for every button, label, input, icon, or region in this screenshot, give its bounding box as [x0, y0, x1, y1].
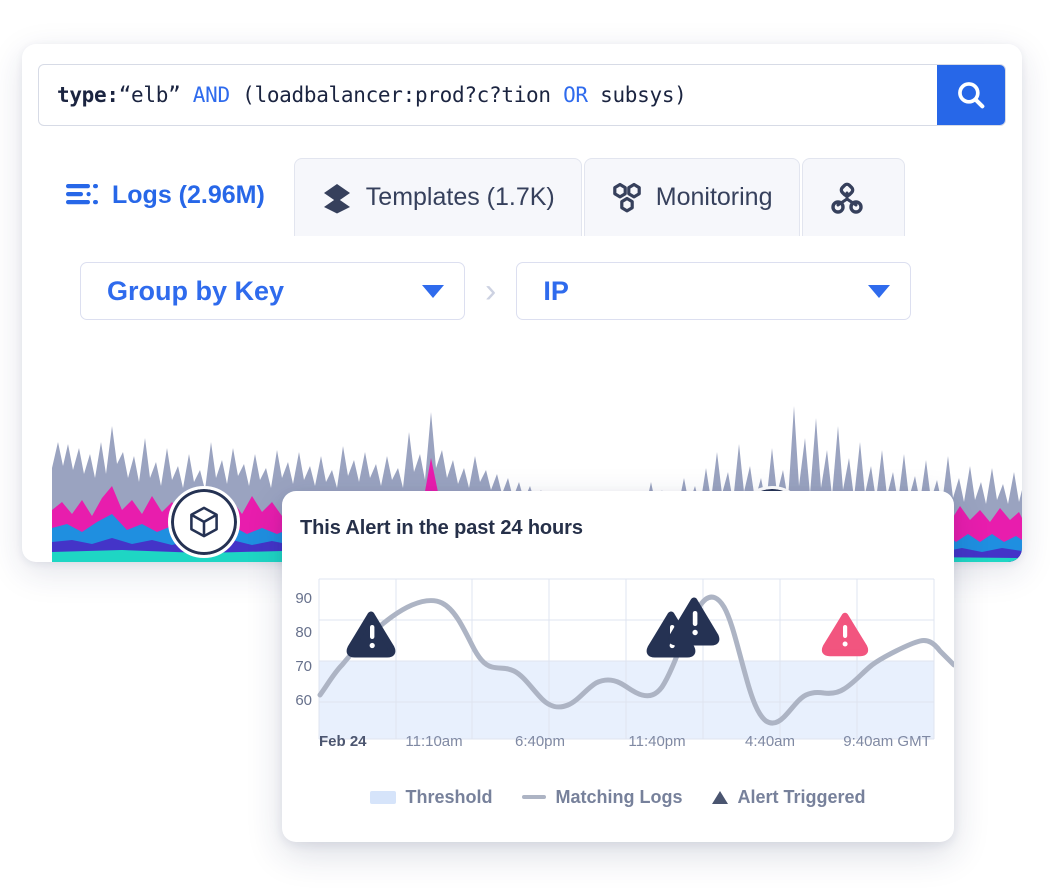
x-tick-1: 11:10am	[405, 733, 463, 750]
legend-label-matching-logs: Matching Logs	[555, 786, 683, 807]
chevron-down-icon	[422, 284, 444, 298]
x-axis-labels: Feb 24 11:10am 6:40pm 11:40pm 4:40am 9:4…	[282, 733, 954, 759]
tab-topology[interactable]	[801, 158, 905, 236]
y-axis-labels: 90 80 70 60	[295, 590, 312, 709]
search-icon	[958, 82, 985, 109]
query-token-plain: subsys)	[600, 83, 687, 107]
query-token-op: AND	[192, 83, 243, 107]
group-by-row: Group by Key › IP	[80, 262, 912, 320]
alert-triangle-icon	[712, 790, 729, 804]
logs-panel: type:“elb” AND (loadbalancer:prod?c?tion…	[22, 44, 1022, 562]
y-tick-80: 80	[295, 624, 312, 641]
separator-chevron-icon: ›	[485, 272, 497, 310]
hex-nodes-icon	[611, 182, 643, 214]
line-swatch-icon	[522, 795, 547, 799]
tab-logs-label: Logs (2.96M)	[112, 181, 265, 209]
y-tick-70: 70	[295, 658, 312, 675]
cube-icon	[190, 506, 218, 538]
group-by-value-value: IP	[543, 275, 569, 306]
x-tick-0: Feb 24	[319, 733, 367, 750]
cube-badge[interactable]	[168, 486, 240, 558]
tab-templates[interactable]: Templates (1.7K)	[293, 158, 582, 236]
legend-item-threshold: Threshold	[370, 787, 492, 808]
legend-label-alert-triggered: Alert Triggered	[737, 786, 866, 807]
chart-legend: Threshold Matching Logs Alert Triggered	[282, 780, 954, 814]
group-by-value-select[interactable]: IP	[516, 262, 912, 320]
alert-marker-3[interactable]	[668, 597, 720, 646]
x-tick-3: 11:40pm	[628, 733, 686, 750]
group-by-key-value: Group by Key	[107, 275, 285, 306]
x-tick-2: 6:40pm	[514, 733, 566, 750]
alert-popup-card: This Alert in the past 24 hours 90 80 70…	[282, 491, 954, 842]
logs-list-icon	[65, 182, 99, 210]
tab-monitoring[interactable]: Monitoring	[583, 158, 800, 236]
tab-logs[interactable]: Logs (2.96M)	[38, 154, 292, 236]
y-tick-60: 60	[295, 692, 312, 709]
tab-templates-label: Templates (1.7K)	[365, 183, 555, 211]
query-token-str: “elb”	[118, 83, 193, 107]
threshold-swatch-icon	[370, 790, 397, 804]
query-token-key: type:	[57, 83, 119, 107]
y-tick-90: 90	[295, 590, 312, 607]
x-tick-5: 9:40am GMT	[843, 733, 931, 750]
alert-card-title: This Alert in the past 24 hours	[300, 517, 583, 539]
hierarchy-nodes-icon	[829, 182, 865, 214]
legend-label-threshold: Threshold	[405, 786, 493, 807]
search-bar[interactable]: type:“elb” AND (loadbalancer:prod?c?tion…	[38, 64, 1006, 126]
tab-monitoring-label: Monitoring	[655, 183, 773, 211]
query-token-op: OR	[563, 83, 601, 107]
screenshot-root: type:“elb” AND (loadbalancer:prod?c?tion…	[0, 0, 1050, 890]
group-by-key-select[interactable]: Group by Key	[80, 262, 465, 320]
layers-stack-icon	[321, 182, 353, 214]
x-tick-4: 4:40am	[744, 733, 796, 750]
legend-item-alert-triggered: Alert Triggered	[712, 786, 866, 808]
search-input[interactable]: type:“elb” AND (loadbalancer:prod?c?tion…	[39, 65, 937, 125]
legend-item-matching-logs: Matching Logs	[522, 787, 682, 808]
query-token-plain: (loadbalancer:prod?c?tion	[242, 83, 564, 107]
alert-marker-critical[interactable]	[821, 612, 869, 657]
search-button[interactable]	[937, 65, 1005, 125]
chevron-down-icon	[868, 284, 891, 298]
tab-bar: Logs (2.96M) Templates (1.7K) Monitoring	[38, 146, 1022, 236]
